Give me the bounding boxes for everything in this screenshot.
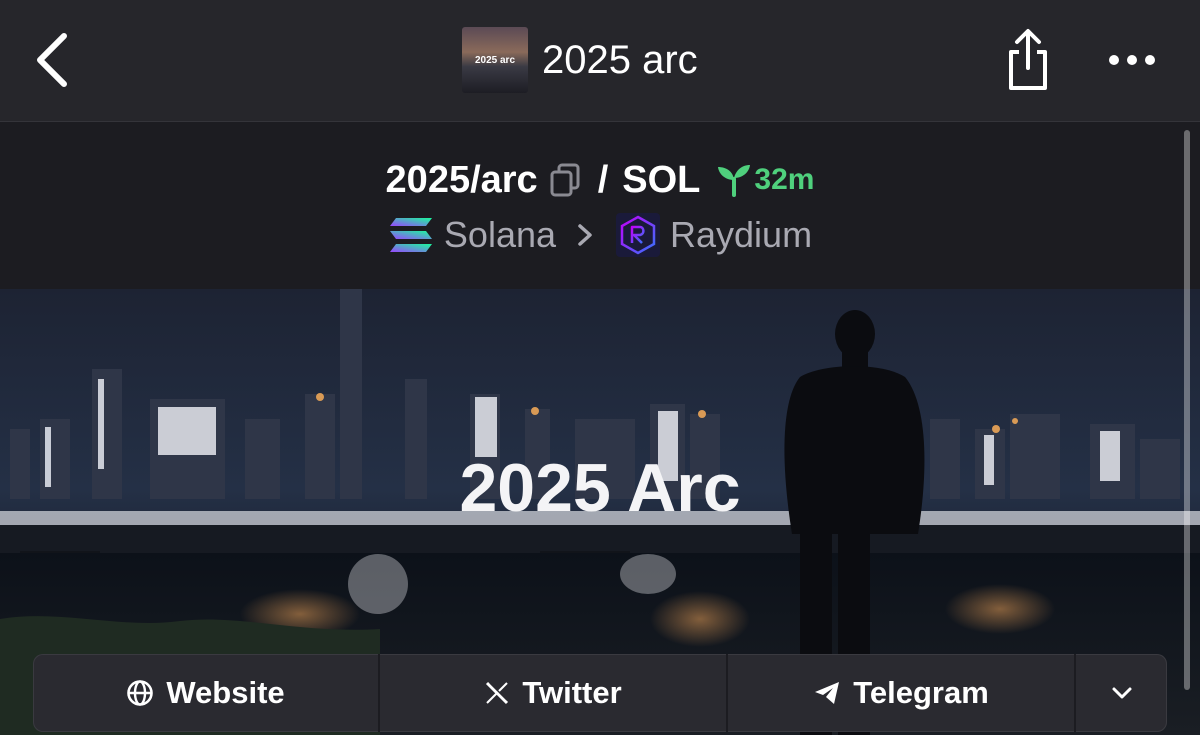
website-label: Website bbox=[166, 675, 285, 710]
twitter-button[interactable]: Twitter bbox=[380, 654, 728, 732]
expand-links-button[interactable] bbox=[1076, 654, 1167, 732]
telegram-button[interactable]: Telegram bbox=[728, 654, 1076, 732]
token-thumbnail: 2025 arc bbox=[462, 27, 528, 93]
pair-separator: / bbox=[597, 158, 609, 201]
share-button[interactable] bbox=[1003, 26, 1053, 92]
dex-name: Raydium bbox=[670, 214, 813, 255]
copy-icon[interactable] bbox=[550, 163, 580, 197]
page-title: 2025 arc bbox=[542, 37, 698, 82]
solana-icon bbox=[389, 218, 432, 252]
social-links-bar: Website Twitter Telegram bbox=[33, 654, 1167, 732]
pair-title-row: 2025/arc / SOL 32m bbox=[0, 152, 1200, 208]
chain-dex-row: Solana Raydium bbox=[0, 205, 1200, 265]
chevron-left-icon bbox=[37, 33, 67, 87]
base-token-name: 2025/arc bbox=[385, 158, 538, 201]
chain-name: Solana bbox=[443, 214, 557, 255]
telegram-icon bbox=[815, 682, 840, 704]
more-button[interactable] bbox=[1106, 48, 1158, 72]
x-logo-icon bbox=[486, 681, 509, 705]
globe-icon bbox=[127, 680, 154, 706]
top-nav-bar: 2025 arc 2025 arc bbox=[0, 0, 1200, 122]
chevron-right-icon bbox=[578, 224, 592, 246]
vertical-scrollbar[interactable] bbox=[1184, 130, 1190, 690]
website-button[interactable]: Website bbox=[33, 654, 380, 732]
pair-age: 32m bbox=[754, 163, 815, 196]
banner-overlay-text: 2025 Arc bbox=[459, 450, 740, 526]
back-button[interactable] bbox=[30, 28, 80, 92]
quote-token-name: SOL bbox=[622, 158, 701, 201]
token-title-group: 2025 arc 2025 arc bbox=[462, 27, 698, 93]
pair-header: 2025/arc / SOL 32m Solana Raydium bbox=[0, 122, 1200, 289]
twitter-label: Twitter bbox=[522, 675, 622, 710]
more-horizontal-icon bbox=[1109, 55, 1155, 65]
share-icon bbox=[1009, 29, 1047, 90]
telegram-label: Telegram bbox=[853, 675, 989, 710]
dex-link-raydium[interactable]: Raydium bbox=[616, 213, 812, 257]
chevron-down-icon bbox=[1112, 687, 1131, 699]
raydium-icon bbox=[616, 213, 661, 257]
sprout-icon bbox=[716, 163, 752, 197]
chain-link-solana[interactable]: Solana bbox=[388, 214, 556, 256]
thumbnail-caption: 2025 arc bbox=[474, 55, 516, 66]
